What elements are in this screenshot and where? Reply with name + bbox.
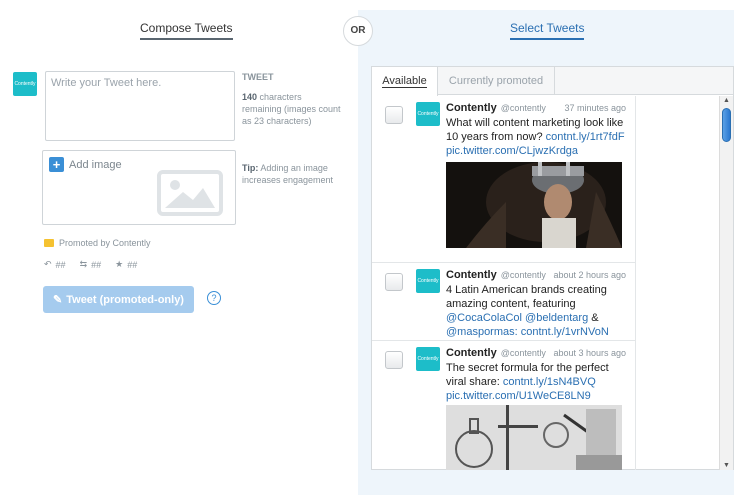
tweet-content: Contently @contently about 2 hours ago 4… [446,268,626,339]
star-icon: ★ [115,259,124,269]
contently-avatar: Contently [13,72,37,96]
image-placeholder-icon [157,170,223,216]
tweet-button-label: Tweet (promoted-only) [66,293,184,306]
retweet-count: ## [91,259,102,270]
tweet-timestamp: about 2 hours ago [553,270,626,280]
tweet-author-handle: @contently [500,270,546,280]
tweets-tabs: Available Currently promoted [372,67,733,96]
feed-side-gutter [635,96,719,470]
tweet-link[interactable]: contnt.ly/1sN4BVQ [503,376,596,388]
tweet-timestamp: about 3 hours ago [553,348,626,358]
tweet-author-handle: @contently [500,348,546,358]
tweet-item[interactable]: Contently Contently @contently 37 minute… [372,96,635,263]
tweet-avatar: Contently [416,347,440,371]
tweet-timestamp: 37 minutes ago [564,103,626,113]
add-image-label: Add image [69,158,122,171]
chars-remaining-text: characters remaining (images count as 23… [242,92,341,126]
tweet-content: Contently @contently about 3 hours ago T… [446,346,626,403]
tweet-image [446,405,622,470]
reply-count: ## [55,259,66,270]
tweet-heading: TWEET [242,72,274,82]
promoted-icon [44,239,54,247]
retweet-icon: ⇆ [79,259,88,269]
select-tweets-title[interactable]: Select Tweets [510,21,585,40]
edit-icon: ✎ [53,294,63,306]
tweet-feed: Contently Contently @contently 37 minute… [372,96,635,470]
tab-currently-promoted[interactable]: Currently promoted [438,67,555,95]
reply-icon: ↶ [44,259,52,269]
feed-scrollbar[interactable]: ▲ ▼ [719,96,733,470]
add-image-button[interactable]: + Add image [49,157,122,172]
favorite-count: ## [127,259,138,270]
tweet-text: 4 Latin American brands creating amazing… [446,284,607,310]
compose-tweets-title[interactable]: Compose Tweets [140,21,233,40]
tweet-stats: ↶ ## ⇆ ## ★ ## [44,259,137,270]
tweet-checkbox[interactable] [385,351,403,369]
compose-panel: Compose Tweets Contently TWEET 140 chara… [0,0,358,495]
tweet-link[interactable]: contnt.ly/1vrNVoN [521,326,609,338]
tweet-text-input[interactable] [45,71,235,141]
scroll-down-arrow-icon[interactable]: ▼ [723,462,730,469]
tip-label: Tip: [242,163,259,173]
tweets-panel: Available Currently promoted Contently C… [371,66,734,470]
or-divider-badge: OR [343,16,373,46]
tweet-checkbox[interactable] [385,106,403,124]
promoted-label: Promoted by Contently [59,238,151,248]
tweet-ampersand: & [591,312,599,324]
favorite-stat: ★ ## [115,259,137,270]
tweet-pic-link[interactable]: pic.twitter.com/CLjwzKrdga [446,145,578,157]
tweet-pic-link[interactable]: pic.twitter.com/U1WeCE8LN9 [446,390,591,402]
tweet-promoted-only-button[interactable]: ✎ Tweet (promoted-only) [43,286,194,313]
tweet-item[interactable]: Contently Contently @contently about 3 h… [372,341,635,470]
tweet-mention-link[interactable]: @beldentarg [525,312,588,324]
retweet-stat: ⇆ ## [80,259,102,270]
tweet-link[interactable]: contnt.ly/1rt7fdF [546,131,625,143]
plus-icon: + [49,157,64,172]
tweet-checkbox[interactable] [385,273,403,291]
help-icon[interactable]: ? [207,291,221,305]
scroll-thumb[interactable] [722,108,731,142]
image-tip: Tip: Adding an image increases engagemen… [242,162,342,186]
tweet-image [446,162,622,248]
reply-stat: ↶ ## [44,259,66,270]
tweet-mention-link[interactable]: @CocaColaCol [446,312,522,324]
promoted-by: Promoted by Contently [44,238,151,248]
tweet-author-name: Contently [446,269,497,281]
tweet-avatar: Contently [416,269,440,293]
tweet-avatar: Contently [416,102,440,126]
add-image-dropzone[interactable]: + Add image [42,150,236,225]
tweet-mention-link[interactable]: @maspormas: [446,326,518,338]
tweet-author-handle: @contently [500,103,546,113]
tweet-author-name: Contently [446,347,497,359]
chars-remaining-count: 140 [242,92,258,102]
tweet-content: Contently @contently 37 minutes ago What… [446,101,626,158]
tweet-char-info: TWEET 140 characters remaining (images c… [242,71,342,127]
tab-available[interactable]: Available [372,67,438,96]
tweet-author-name: Contently [446,102,497,114]
tweet-item[interactable]: Contently Contently @contently about 2 h… [372,263,635,341]
scroll-up-arrow-icon[interactable]: ▲ [723,97,730,104]
